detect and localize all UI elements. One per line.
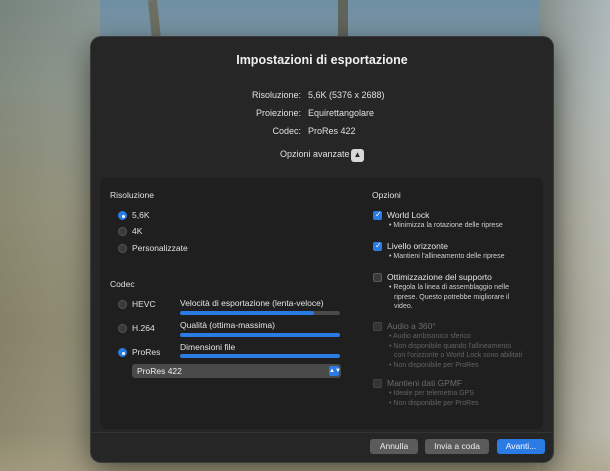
- background-tree-trunk: [147, 0, 162, 41]
- checkbox-world-lock[interactable]: [373, 210, 382, 220]
- info-value: ProRes 422: [308, 126, 356, 136]
- option-label: Livello orizzonte: [387, 241, 448, 251]
- info-label: Proiezione:: [255, 108, 301, 118]
- radio-label: Personalizzate: [132, 243, 188, 253]
- info-value: 5,6K (5376 x 2688): [308, 90, 385, 100]
- advanced-options-label[interactable]: Opzioni avanzate: [280, 149, 350, 159]
- background-foliage-left: [0, 0, 100, 471]
- info-value: Equirettangolare: [308, 108, 375, 118]
- dialog-title: Impostazioni di esportazione: [236, 53, 408, 67]
- option-description: • Minimizza la rotazione delle riprese: [389, 222, 503, 229]
- footer-divider: [91, 432, 553, 433]
- radio-resolution-4k[interactable]: [118, 227, 127, 236]
- cancel-button[interactable]: Annulla: [370, 439, 418, 454]
- quality-slider[interactable]: [180, 333, 340, 337]
- option-label: Mantieni dati GPMF: [387, 378, 463, 388]
- slider-label-file-size: Dimensioni file: [180, 342, 236, 352]
- option-label: Audio a 360°: [387, 321, 436, 331]
- info-label: Risoluzione:: [251, 90, 301, 100]
- option-description: • Mantieni l'allineamento delle riprese: [389, 253, 505, 260]
- radio-label: HEVC: [132, 299, 156, 309]
- export-settings-dialog: Impostazioni di esportazione Risoluzione…: [91, 37, 553, 462]
- option-description: • Regola la linea di assemblaggio nelle …: [389, 284, 510, 310]
- info-label: Codec:: [272, 126, 301, 136]
- checkbox-media-optimization[interactable]: [373, 273, 382, 282]
- chevron-up-icon[interactable]: ▲: [351, 149, 364, 162]
- checkbox-360-audio[interactable]: [373, 322, 382, 331]
- send-to-queue-button[interactable]: Invia a coda: [425, 439, 489, 454]
- option-description: • Ideale per telemetria GPS • Non dispon…: [389, 390, 479, 407]
- radio-label: 5,6K: [132, 210, 150, 220]
- prores-format-select[interactable]: ProRes 422 ▲▼: [132, 364, 341, 378]
- chevron-up-down-icon: ▲▼: [329, 366, 341, 376]
- radio-codec-prores[interactable]: [118, 348, 127, 357]
- radio-label: H.264: [132, 323, 155, 333]
- select-value: ProRes 422: [137, 366, 182, 376]
- checkbox-horizon-level[interactable]: [373, 241, 382, 251]
- radio-label: ProRes: [132, 347, 161, 357]
- slider-label-quality: Qualità (ottima-massima): [180, 320, 275, 330]
- radio-codec-hevc[interactable]: [118, 300, 127, 309]
- radio-codec-h264[interactable]: [118, 324, 127, 333]
- option-description: • Audio ambisonico sferico • Non disponi…: [389, 333, 523, 369]
- checkbox-keep-gpmf-data[interactable]: [373, 379, 382, 388]
- options-heading: Opzioni: [372, 190, 401, 200]
- file-size-slider[interactable]: [180, 354, 340, 358]
- radio-label: 4K: [132, 226, 143, 236]
- radio-resolution-custom[interactable]: [118, 244, 127, 253]
- radio-resolution-5-6k[interactable]: [118, 211, 127, 220]
- next-button[interactable]: Avanti...: [497, 439, 545, 454]
- speed-slider[interactable]: [180, 311, 340, 315]
- option-label: Ottimizzazione del supporto: [387, 272, 492, 282]
- option-label: World Lock: [387, 210, 430, 220]
- codec-heading: Codec: [110, 279, 135, 289]
- slider-label-speed: Velocità di esportazione (lenta-veloce): [180, 298, 324, 308]
- resolution-heading: Risoluzione: [110, 190, 154, 200]
